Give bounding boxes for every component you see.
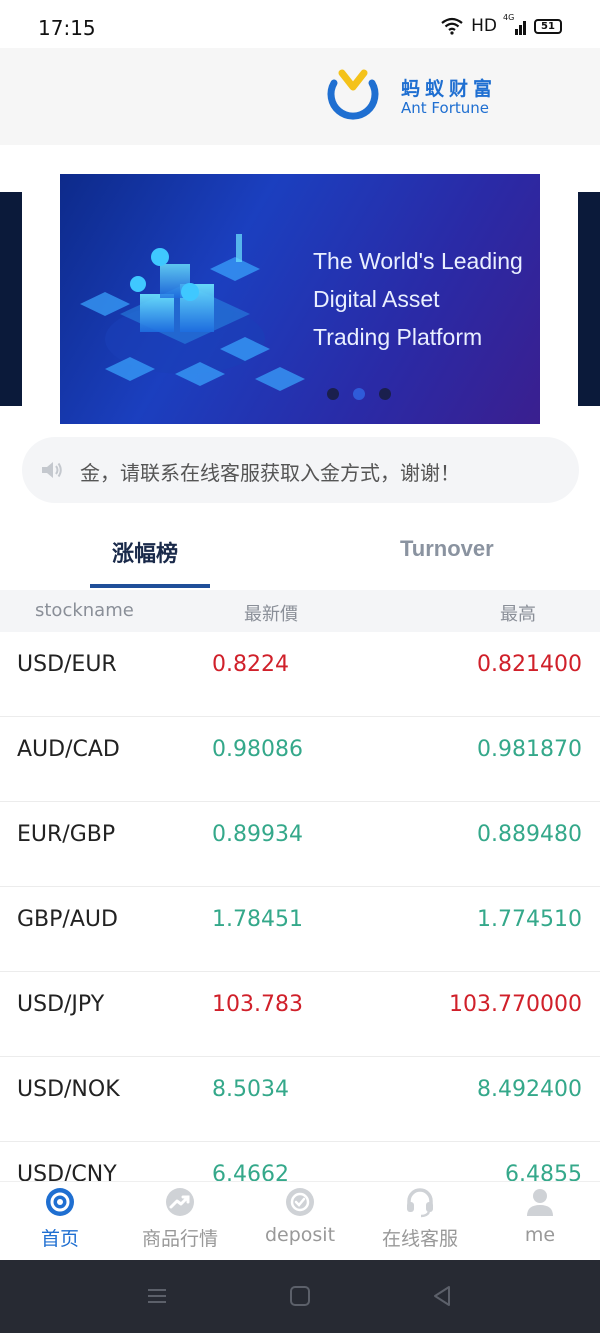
last-price: 8.5034 [212, 1077, 289, 1102]
high-price: 8.492400 [477, 1077, 582, 1102]
promo-banner[interactable]: The World's Leading Digital Asset Tradin… [60, 174, 540, 424]
carousel-prev-slide[interactable] [0, 192, 22, 406]
nav-label: me [524, 1224, 556, 1246]
high-price: 0.981870 [477, 737, 582, 762]
network-label: HD [471, 16, 497, 36]
nav-home[interactable]: 首页 [0, 1182, 120, 1261]
home-icon [46, 1188, 74, 1216]
system-navigation-bar [0, 1260, 600, 1333]
notice-bar[interactable]: 金，请联系在线客服获取入金方式，谢谢！ [22, 437, 579, 503]
stock-name: USD/JPY [17, 992, 105, 1017]
ant-fortune-logo-icon [327, 69, 379, 120]
app-header: 蚂蚁财富 Ant Fortune [0, 48, 600, 145]
active-tab-indicator [90, 584, 210, 588]
notice-text: 金，请联系在线客服获取入金方式，谢谢！ [80, 461, 460, 485]
nav-label: 在线客服 [381, 1228, 458, 1250]
quote-list: USD/EUR 0.8224 0.821400 AUD/CAD 0.98086 … [0, 632, 600, 1181]
tab-gainers[interactable]: 涨幅榜 [112, 536, 178, 568]
nav-deposit[interactable]: deposit [240, 1182, 360, 1261]
last-price: 6.4662 [212, 1162, 289, 1181]
bottom-tab-bar: 首页 商品行情 deposit 在线客服 me [0, 1181, 600, 1260]
stock-name: USD/EUR [17, 652, 117, 677]
brand-name-cn: 蚂蚁财富 [401, 78, 498, 100]
deposit-icon [286, 1188, 314, 1216]
banner-line: Digital Asset [313, 286, 440, 312]
table-header: stockname 最新價 最高 [0, 590, 600, 632]
column-header-high: 最高 [500, 604, 536, 625]
high-price: 103.770000 [449, 992, 582, 1017]
stock-name: EUR/GBP [17, 822, 116, 847]
brand-name-en: Ant Fortune [401, 99, 489, 117]
banner-line: Trading Platform [313, 324, 483, 350]
carousel-dot[interactable] [327, 388, 339, 400]
wifi-icon [441, 17, 463, 35]
carousel-dot[interactable] [379, 388, 391, 400]
table-row[interactable]: USD/NOK 8.5034 8.492400 [0, 1057, 600, 1142]
nav-me[interactable]: me [480, 1182, 600, 1261]
table-row[interactable]: USD/CNY 6.4662 6.4855 [0, 1142, 600, 1181]
stock-name: AUD/CAD [17, 737, 120, 762]
menu-icon[interactable] [145, 1284, 169, 1308]
high-price: 0.889480 [477, 822, 582, 847]
speaker-icon [42, 462, 62, 478]
high-price: 1.774510 [477, 907, 582, 932]
stock-name: GBP/AUD [17, 907, 118, 932]
nav-label: deposit [264, 1224, 336, 1246]
last-price: 1.78451 [212, 907, 303, 932]
crypto-platform-illustration [80, 234, 305, 391]
status-icons: HD 4G 51 [441, 13, 562, 36]
last-price: 0.8224 [212, 652, 289, 677]
market-trend-icon [166, 1188, 194, 1216]
high-price: 0.821400 [477, 652, 582, 677]
status-time: 17:15 [38, 16, 96, 40]
stock-name: USD/CNY [17, 1162, 117, 1181]
carousel-dots [327, 388, 391, 400]
status-bar: 17:15 HD 4G 51 [0, 0, 600, 48]
signal-label: 4G [503, 13, 515, 22]
last-price: 0.98086 [212, 737, 303, 762]
high-price: 6.4855 [505, 1162, 582, 1181]
home-button-icon[interactable] [288, 1284, 312, 1308]
banner-headline: The World's Leading Digital Asset Tradin… [313, 242, 523, 356]
table-row[interactable]: USD/EUR 0.8224 0.821400 [0, 632, 600, 717]
user-icon [527, 1189, 553, 1216]
nav-market[interactable]: 商品行情 [120, 1182, 240, 1261]
headset-icon [407, 1188, 433, 1218]
table-row[interactable]: AUD/CAD 0.98086 0.981870 [0, 717, 600, 802]
column-header-last-price: 最新價 [244, 604, 298, 625]
last-price: 0.89934 [212, 822, 303, 847]
nav-label: 首页 [40, 1228, 79, 1250]
table-row[interactable]: USD/JPY 103.783 103.770000 [0, 972, 600, 1057]
nav-label: 商品行情 [141, 1228, 218, 1250]
last-price: 103.783 [212, 992, 303, 1017]
table-row[interactable]: EUR/GBP 0.89934 0.889480 [0, 802, 600, 887]
table-row[interactable]: GBP/AUD 1.78451 1.774510 [0, 887, 600, 972]
tab-turnover[interactable]: Turnover [400, 536, 494, 562]
carousel-next-slide[interactable] [578, 192, 600, 406]
signal-icon: 4G [503, 13, 526, 35]
ranking-tabs: 涨幅榜 Turnover [0, 520, 600, 590]
nav-support[interactable]: 在线客服 [360, 1182, 480, 1261]
banner-line: The World's Leading [313, 248, 523, 274]
back-icon[interactable] [430, 1284, 454, 1308]
carousel-dot-active[interactable] [353, 388, 365, 400]
battery-icon: 51 [534, 18, 562, 34]
column-header-stockname: stockname [35, 600, 134, 621]
stock-name: USD/NOK [17, 1077, 120, 1102]
